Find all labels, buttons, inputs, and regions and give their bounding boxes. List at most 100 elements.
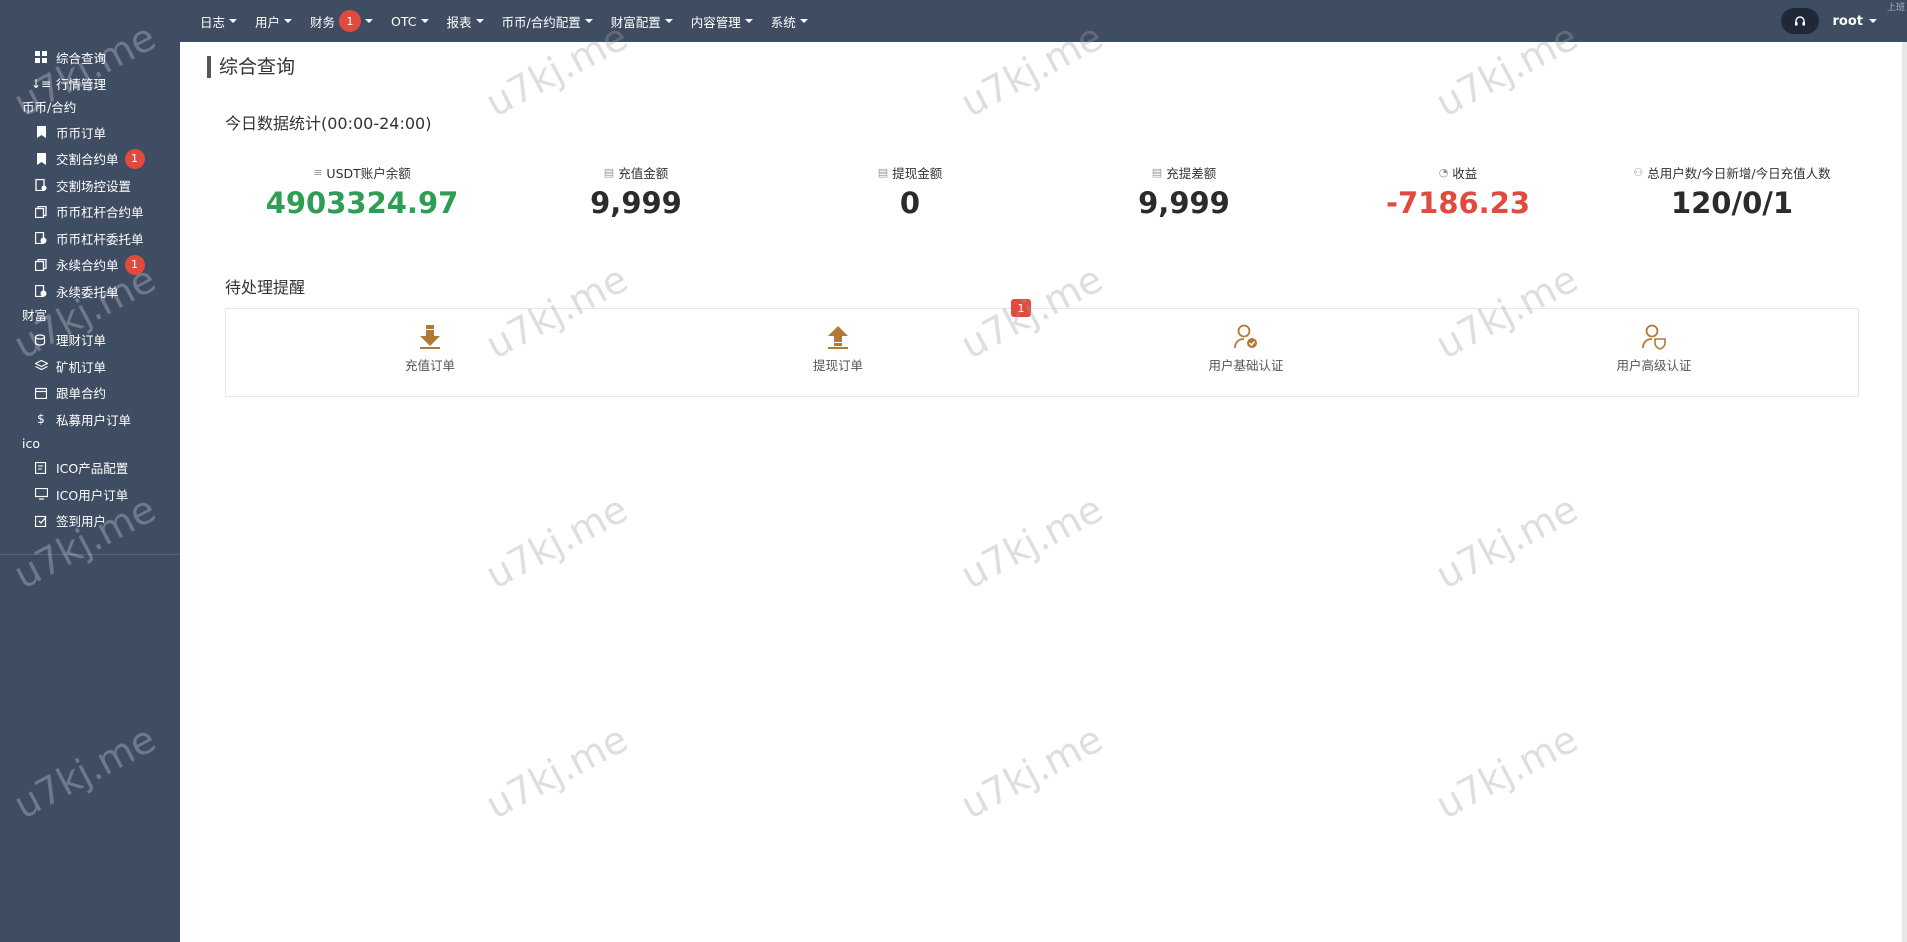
todo-panel: 充值订单 提现订单 用户基础认证 用户高级认证 [225, 308, 1859, 397]
nav-wealth-config[interactable]: 财富配置 [611, 12, 673, 31]
todo-label: 充值订单 [404, 358, 455, 373]
todo-label: 用户基础认证 [1208, 358, 1284, 373]
doc-icon: ▤ [1151, 165, 1163, 179]
users-icon: ⚇ [1633, 165, 1644, 179]
sidebar-item-label: 矿机订单 [56, 359, 107, 375]
page-title: 综合查询 [207, 56, 295, 78]
pie-icon: ◔ [1438, 165, 1449, 179]
sidebar-item-label: 跟单合约 [56, 386, 107, 402]
sidebar-item-ico-config[interactable]: ICO产品配置 [0, 455, 180, 482]
corner-text: 上班 [1886, 3, 1905, 13]
sidebar-item-coin-orders[interactable]: 币币订单 [0, 119, 180, 146]
sidebar-item-leverage-entrust[interactable]: 币币杠杆委托单 [0, 225, 180, 252]
nav-label: 日志 [200, 14, 226, 30]
todo-label: 用户高级认证 [1616, 358, 1692, 373]
sidebar-section-ico: ico [22, 435, 40, 451]
caret-down-icon [475, 19, 484, 23]
nav-content[interactable]: 内容管理 [691, 12, 753, 31]
caret-down-icon [284, 19, 293, 23]
stat-value: 9,999 [590, 186, 682, 220]
caret-down-icon [229, 19, 238, 23]
nav-coin-contract-config[interactable]: 币币/合约配置 [502, 12, 593, 31]
stat-usdt-balance: ≡ USDT账户余额 4903324.97 [225, 162, 499, 221]
nav-logs[interactable]: 日志 [200, 12, 238, 31]
nav-system[interactable]: 系统 [771, 12, 808, 31]
todo-advanced-verification[interactable]: 用户高级认证 [1450, 309, 1858, 398]
sidebar-item-overview[interactable]: 综合查询 [0, 44, 180, 71]
sort-icon: ↓≡ [30, 76, 52, 91]
sidebar-item-perpetual-entrust[interactable]: 永续委托单 [0, 278, 180, 305]
sidebar-item-label: 币币杠杆委托单 [56, 231, 144, 247]
main-content: 综合查询 今日数据统计(00:00-24:00) ≡ USDT账户余额 49033… [180, 42, 1902, 942]
stat-profit: ◔ 收益 -7186.23 [1321, 162, 1595, 221]
nav-users[interactable]: 用户 [255, 12, 293, 31]
stat-value: 120/0/1 [1670, 186, 1794, 220]
stat-label: 提现金额 [892, 165, 943, 181]
arrow-up-icon [824, 323, 852, 351]
sidebar-item-delivery-control[interactable]: 交割场控设置 [0, 172, 180, 199]
todo-deposit-orders[interactable]: 充值订单 [226, 309, 634, 398]
stat-value: 9,999 [1138, 186, 1230, 220]
sidebar-item-checkin-users[interactable]: 签到用户 [0, 508, 180, 535]
dollar-icon: $ [37, 412, 45, 427]
nav-label: 财富配置 [610, 14, 661, 30]
stat-users: ⚇ 总用户数/今日新增/今日充值人数 120/0/1 [1595, 162, 1869, 221]
clock-doc-icon [34, 231, 48, 245]
badge: 1 [339, 10, 362, 32]
edit-doc-icon [34, 461, 48, 475]
sidebar-item-label: 交割合约单 [56, 152, 119, 168]
sidebar-item-label: 交割场控设置 [56, 178, 132, 194]
sidebar-item-label: ICO产品配置 [56, 461, 129, 477]
sidebar-item-finance-orders[interactable]: 理财订单 [0, 327, 180, 354]
bookmark-icon [34, 152, 48, 166]
arrow-down-icon [416, 323, 444, 351]
user-menu[interactable]: root [1833, 14, 1877, 29]
top-navbar: 日志 用户 财务 1 OTC 报表 币币/合约配置 财富配置 内容管理 系统 ro… [180, 0, 1907, 42]
stats-row: ≡ USDT账户余额 4903324.97 ▤ 充值金额 9,999 ▤ 提现金额 0… [225, 162, 1865, 272]
stat-label: 充值金额 [618, 165, 669, 181]
todo-basic-verification[interactable]: 用户基础认证 [1042, 309, 1450, 398]
nav-finance[interactable]: 财务 1 [310, 10, 374, 32]
todo-withdraw-orders[interactable]: 提现订单 [634, 309, 1042, 398]
top-nav: 日志 用户 财务 1 OTC 报表 币币/合约配置 财富配置 内容管理 系统 [180, 0, 826, 42]
sidebar-item-delivery-orders[interactable]: 交割合约单 1 [0, 146, 180, 173]
coins-icon [34, 333, 48, 347]
nav-reports[interactable]: 报表 [447, 12, 484, 31]
sidebar-item-label: 综合查询 [56, 50, 107, 66]
sidebar-divider [0, 554, 180, 555]
sidebar-item-label: 行情管理 [56, 77, 107, 93]
sidebar-item-perpetual-orders[interactable]: 永续合约单 1 [0, 252, 180, 279]
sidebar-item-copy-contract[interactable]: 跟单合约 [0, 380, 180, 407]
caret-down-icon [664, 19, 673, 23]
sidebar-item-market[interactable]: ↓≡ 行情管理 [0, 71, 180, 98]
sidebar-item-private-orders[interactable]: $ 私募用户订单 [0, 406, 180, 433]
stat-value: 0 [899, 186, 921, 220]
caret-down-icon [799, 19, 808, 23]
user-shield-icon [1640, 323, 1668, 351]
sidebar-item-label: 永续委托单 [56, 284, 119, 300]
sidebar: 综合查询 ↓≡ 行情管理 币币/合约 币币订单 交割合约单 1 交割场控设置 币… [0, 0, 180, 942]
scrollbar[interactable] [1902, 42, 1907, 942]
sidebar-item-miner-orders[interactable]: 矿机订单 [0, 353, 180, 380]
stat-label: 充提差额 [1166, 165, 1217, 181]
copy-icon [34, 205, 48, 219]
nav-otc[interactable]: OTC [391, 14, 429, 29]
nav-label: 财务 [310, 14, 336, 30]
sidebar-item-leverage-orders[interactable]: 币币杠杆合约单 [0, 199, 180, 226]
dashboard-icon [34, 50, 48, 64]
nav-label: 币币/合约配置 [501, 14, 581, 30]
stats-title: 今日数据统计(00:00-24:00) [225, 114, 432, 133]
coin-icon: ≡ [313, 165, 323, 179]
stat-deposit-amount: ▤ 充值金额 9,999 [499, 162, 773, 221]
sidebar-section-coin: 币币/合约 [22, 100, 77, 115]
doc-icon: ▤ [877, 165, 889, 179]
monitor-icon [34, 487, 48, 501]
sidebar-item-ico-user-orders[interactable]: ICO用户订单 [0, 481, 180, 508]
sidebar-item-label: ICO用户订单 [56, 487, 129, 503]
todo-title: 待处理提醒 [225, 278, 306, 297]
caret-down-icon [420, 19, 429, 23]
badge: 1 [124, 254, 145, 275]
caret-down-icon [584, 19, 593, 23]
headset-button[interactable] [1780, 8, 1819, 34]
sidebar-section-wealth: 财富 [22, 307, 48, 323]
